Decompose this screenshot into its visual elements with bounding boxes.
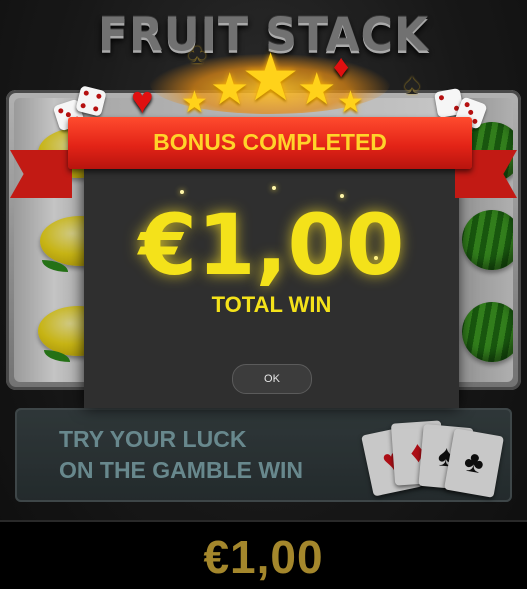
- total-win-label: TOTAL WIN: [211, 292, 332, 317]
- heart-icon: ♥: [131, 80, 154, 122]
- ok-button[interactable]: OK: [232, 364, 312, 394]
- star-icon: ★: [297, 65, 337, 114]
- club-icon: ♣: [188, 38, 207, 69]
- win-amount: €1,00: [138, 196, 405, 294]
- spade-icon: ♠: [404, 68, 420, 101]
- bonus-banner: BONUS COMPLETED: [68, 117, 472, 169]
- diamond-icon: ♦: [333, 48, 350, 84]
- star-icon: ★: [241, 40, 301, 114]
- game-screen: FRUIT STACK TRY YOUR LUCK ON THE GAMBLE …: [0, 0, 527, 589]
- banner-title: BONUS COMPLETED: [153, 129, 387, 155]
- star-icon: ★: [181, 86, 208, 119]
- sparkle: [272, 186, 276, 190]
- bonus-dialog: €1,00 TOTAL WIN OK: [84, 168, 459, 408]
- sparkle: [180, 190, 184, 194]
- star-icon: ★: [337, 86, 364, 119]
